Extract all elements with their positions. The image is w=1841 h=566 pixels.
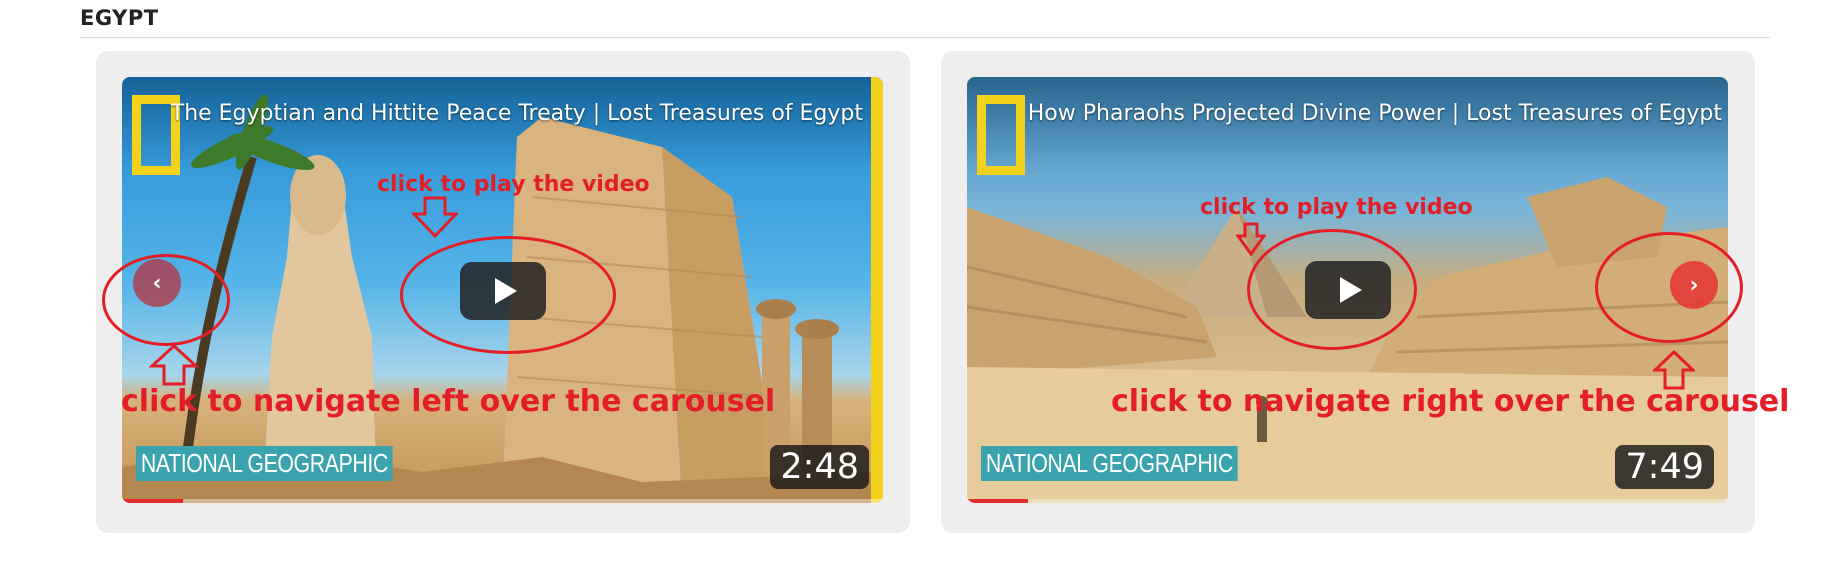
annotation-nav-left-hint: click to navigate left over the carousel <box>121 384 776 419</box>
arrow-down-icon <box>1236 222 1266 256</box>
annotation-play-hint-1: click to play the video <box>377 172 650 197</box>
channel-brand-2: NATIONAL GEOGRAPHIC <box>981 446 1238 481</box>
annotation-circle-next <box>1595 232 1743 343</box>
annotation-circle-play-1 <box>400 236 616 354</box>
progress-bar-1 <box>122 499 883 503</box>
video-title-2[interactable]: How Pharaohs Projected Divine Power | Lo… <box>1028 101 1722 126</box>
video-duration-1: 2:48 <box>770 445 869 489</box>
progress-bar-2 <box>967 499 1728 503</box>
arrow-up-icon <box>149 344 199 386</box>
video-title-1[interactable]: The Egyptian and Hittite Peace Treaty | … <box>171 101 863 126</box>
arrow-up-icon <box>1653 350 1695 390</box>
section-title: EGYPT <box>80 6 159 30</box>
natgeo-strip <box>871 77 883 503</box>
arrow-down-icon <box>412 196 458 238</box>
section-divider <box>80 37 1770 38</box>
annotation-circle-play-2 <box>1247 229 1417 350</box>
channel-brand-1: NATIONAL GEOGRAPHIC <box>136 446 393 481</box>
annotation-circle-prev <box>102 254 230 346</box>
video-duration-2: 7:49 <box>1615 445 1714 489</box>
natgeo-logo <box>977 95 1025 175</box>
annotation-play-hint-2: click to play the video <box>1200 195 1473 220</box>
